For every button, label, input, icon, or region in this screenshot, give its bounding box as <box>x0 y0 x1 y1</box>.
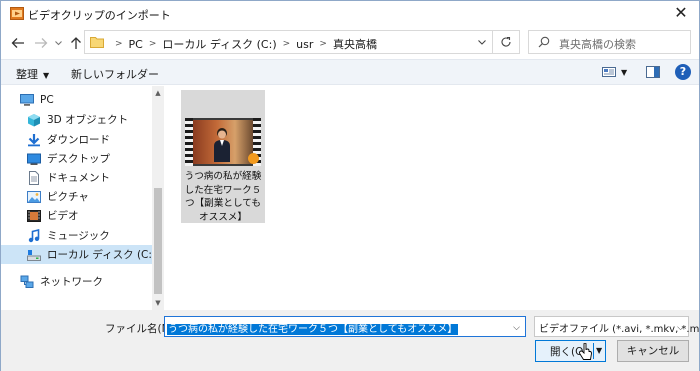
music-icon <box>28 228 40 242</box>
view-options-chevron-icon[interactable]: ▼ <box>621 68 627 77</box>
toolbar: 整理 ▼ 新しいフォルダー ▼ ? <box>1 59 699 85</box>
video-thumbnail <box>185 118 261 166</box>
sidebar-item-documents[interactable]: ドキュメント <box>1 168 152 187</box>
mouse-cursor-icon <box>579 343 592 360</box>
file-list: うつ病の私が経験した在宅ワーク５つ【副業としてもオススメ】 <box>164 86 699 310</box>
preview-pane-icon[interactable] <box>646 66 660 78</box>
app-icon <box>10 7 24 20</box>
sidebar-item-label: デスクトップ <box>47 153 110 165</box>
title-bar: ビデオクリップのインポート ✕ <box>1 1 699 27</box>
help-icon[interactable]: ? <box>675 64 691 80</box>
view-options-icon[interactable] <box>602 66 616 78</box>
sidebar-item-pc[interactable]: PC <box>1 90 152 109</box>
film-strip-icon <box>185 118 193 166</box>
organize-button[interactable]: 整理 ▼ <box>16 66 49 82</box>
organize-label: 整理 <box>16 68 38 81</box>
sidebar-item-videos[interactable]: ビデオ <box>1 206 152 225</box>
search-icon <box>538 36 550 48</box>
videos-icon <box>27 209 41 222</box>
file-type-filter[interactable]: ビデオファイル (*.avi, *.mkv, *.mp4, ⌵ <box>534 316 700 337</box>
navigation-pane: PC 3D オブジェクト ダウンロード デスクトップ ドキュメント ピクチャ ビ… <box>1 86 164 310</box>
breadcrumb: > PC > ローカル ディスク (C:) > usr > 真央高橋 <box>109 36 377 52</box>
sidebar-item-label: ピクチャ <box>47 191 89 203</box>
cancel-button[interactable]: キャンセル <box>617 340 689 362</box>
documents-icon <box>29 170 39 185</box>
address-dropdown-icon[interactable] <box>478 38 486 46</box>
scroll-down-icon[interactable]: ▼ <box>154 299 162 307</box>
sidebar-item-label: 3D オブジェクト <box>47 114 129 126</box>
file-type-dropdown-icon[interactable]: ⌵ <box>677 323 684 333</box>
up-arrow-icon[interactable] <box>69 36 83 50</box>
sidebar-item-music[interactable]: ミュージック <box>1 226 152 245</box>
sidebar-item-label: ミュージック <box>47 230 110 242</box>
forward-arrow-icon[interactable] <box>34 36 48 50</box>
sidebar-item-network[interactable]: ネットワーク <box>1 272 152 291</box>
sidebar-item-label: PC <box>40 93 54 106</box>
sidebar-item-label: ビデオ <box>47 210 79 222</box>
new-folder-button[interactable]: 新しいフォルダー <box>71 66 159 82</box>
chevron-down-icon: ▼ <box>43 71 50 80</box>
recent-locations-chevron-icon[interactable] <box>54 36 63 50</box>
desktop-icon <box>27 153 41 165</box>
file-name-dropdown-icon[interactable]: ⌵ <box>513 323 520 333</box>
file-type-filter-value: ビデオファイル (*.avi, *.mkv, *.mp4, <box>539 324 700 335</box>
breadcrumb-item-usr[interactable]: usr <box>296 38 313 51</box>
open-options-chevron-icon[interactable]: ▼ <box>596 346 602 355</box>
play-badge-icon <box>248 153 259 164</box>
pictures-icon <box>27 190 41 203</box>
person-icon <box>214 128 230 162</box>
breadcrumb-separator-icon[interactable]: > <box>149 39 157 49</box>
sidebar-item-label: ダウンロード <box>47 134 110 146</box>
search-input[interactable]: 真央高橋の検索 <box>528 30 691 54</box>
breadcrumb-item-local-disk[interactable]: ローカル ディスク (C:) <box>162 36 276 52</box>
pc-icon <box>20 93 34 106</box>
network-icon <box>20 275 34 288</box>
sidebar-item-pictures[interactable]: ピクチャ <box>1 187 152 206</box>
local-disk-icon <box>27 249 41 261</box>
sidebar-item-3d-objects[interactable]: 3D オブジェクト <box>1 110 152 129</box>
file-dialog: ビデオクリップのインポート ✕ > PC > ローカル ディスク (C:) > <box>0 0 700 371</box>
breadcrumb-separator-icon[interactable]: > <box>319 39 327 49</box>
sidebar-item-label: ドキュメント <box>47 172 110 184</box>
back-arrow-icon[interactable] <box>11 36 25 50</box>
search-placeholder: 真央高橋の検索 <box>559 38 636 51</box>
sidebar-item-local-disk[interactable]: ローカル ディスク (C:) <box>1 245 156 264</box>
breadcrumb-separator-icon[interactable]: > <box>283 39 291 49</box>
3d-objects-icon <box>28 113 40 126</box>
breadcrumb-separator-icon: > <box>115 39 123 49</box>
close-icon[interactable]: ✕ <box>673 5 689 21</box>
file-item[interactable]: うつ病の私が経験した在宅ワーク５つ【副業としてもオススメ】 <box>181 90 265 223</box>
sidebar-item-desktop[interactable]: デスクトップ <box>1 149 152 168</box>
download-icon <box>28 133 40 146</box>
sidebar-item-label: ネットワーク <box>40 276 103 288</box>
address-bar[interactable]: > PC > ローカル ディスク (C:) > usr > 真央高橋 <box>84 30 493 54</box>
refresh-icon <box>501 36 511 47</box>
file-name-field[interactable]: うつ病の私が経験した在宅ワーク５つ【副業としてもオススメ】 ⌵ <box>164 316 526 337</box>
sidebar-item-downloads[interactable]: ダウンロード <box>1 130 152 149</box>
navigation-bar: > PC > ローカル ディスク (C:) > usr > 真央高橋 真央高橋の… <box>1 27 699 59</box>
scrollbar-thumb[interactable] <box>154 188 162 294</box>
split-divider <box>593 343 594 359</box>
folder-icon <box>90 37 104 48</box>
scroll-up-icon[interactable]: ▲ <box>154 89 162 97</box>
dialog-footer: ファイル名(N): うつ病の私が経験した在宅ワーク５つ【副業としてもオススメ】 … <box>1 310 700 371</box>
sidebar-item-label: ローカル ディスク (C:) <box>47 249 157 261</box>
window-title: ビデオクリップのインポート <box>28 9 171 22</box>
open-button[interactable]: 開く(O) ▼ <box>535 340 606 362</box>
file-name-value[interactable]: うつ病の私が経験した在宅ワーク５つ【副業としてもオススメ】 <box>167 324 459 335</box>
breadcrumb-item-pc[interactable]: PC <box>129 38 143 51</box>
breadcrumb-item-current-folder[interactable]: 真央高橋 <box>333 36 377 52</box>
sidebar-scrollbar[interactable]: ▲ ▼ <box>152 86 164 310</box>
file-name-label: うつ病の私が経験した在宅ワーク５つ【副業としてもオススメ】 <box>184 171 262 223</box>
refresh-button[interactable] <box>493 30 520 54</box>
